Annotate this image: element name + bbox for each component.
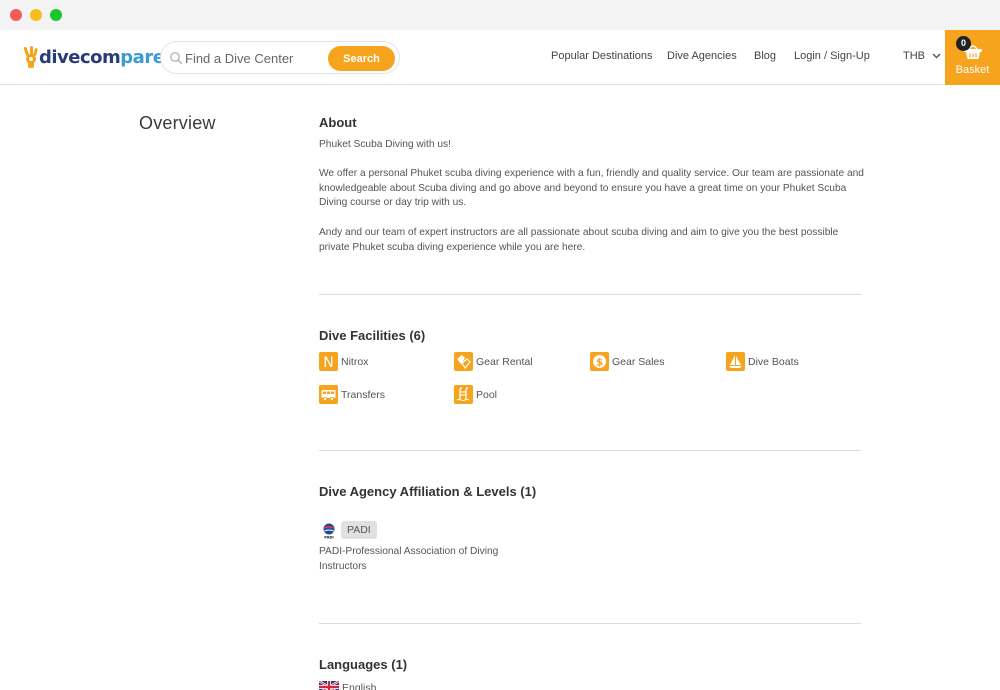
svg-text:PADI: PADI bbox=[324, 536, 333, 540]
nav-blog[interactable]: Blog bbox=[754, 50, 776, 62]
fins-icon bbox=[454, 352, 473, 371]
section-divider bbox=[319, 294, 861, 295]
nav-popular-destinations[interactable]: Popular Destinations bbox=[551, 50, 653, 62]
uk-flag-icon bbox=[319, 681, 339, 690]
basket-label: Basket bbox=[955, 64, 990, 76]
nav-dive-agencies[interactable]: Dive Agencies bbox=[667, 50, 737, 62]
section-divider bbox=[319, 450, 861, 451]
dollar-icon: $ bbox=[590, 352, 609, 371]
search-bar: Search bbox=[160, 41, 400, 74]
facility-label: Transfers bbox=[341, 388, 385, 401]
nitrox-icon: N bbox=[319, 352, 338, 371]
pool-ladder-icon bbox=[454, 385, 473, 404]
sailboat-icon bbox=[726, 352, 745, 371]
agency-badge-padi[interactable]: PADI bbox=[341, 521, 377, 539]
facility-item-dive-boats: Dive Boats bbox=[726, 352, 799, 371]
site-header: divecompare Search Popular Destinations … bbox=[0, 30, 1000, 85]
chevron-down-icon bbox=[932, 53, 941, 59]
search-button[interactable]: Search bbox=[328, 46, 395, 71]
search-icon bbox=[170, 52, 183, 65]
facility-item-nitrox: N Nitrox bbox=[319, 352, 368, 371]
window-maximize-button[interactable] bbox=[50, 9, 62, 21]
facility-item-gear-rental: Gear Rental bbox=[454, 352, 533, 371]
facility-item-gear-sales: $ Gear Sales bbox=[590, 352, 665, 371]
agency-description: PADI-Professional Association of Diving … bbox=[319, 546, 499, 572]
window-titlebar bbox=[0, 0, 1000, 30]
logo-part-com: com bbox=[80, 46, 121, 68]
facility-label: Dive Boats bbox=[748, 355, 799, 368]
about-paragraph-1: Phuket Scuba Diving with us! bbox=[319, 139, 451, 150]
logo-wordmark: divecompare bbox=[39, 46, 165, 68]
basket-button[interactable]: 0 Basket bbox=[945, 30, 1000, 85]
about-heading: About bbox=[319, 115, 357, 130]
svg-text:N: N bbox=[323, 355, 333, 369]
logo-link[interactable]: divecompare bbox=[22, 43, 165, 71]
basket-count-badge: 0 bbox=[956, 36, 971, 51]
facility-label: Gear Rental bbox=[476, 355, 533, 368]
facility-label: Gear Sales bbox=[612, 355, 665, 368]
agency-heading: Dive Agency Affiliation & Levels (1) bbox=[319, 484, 537, 499]
ok-hand-logo-icon bbox=[23, 46, 38, 68]
logo-part-dive: dive bbox=[39, 46, 81, 68]
nav-login-signup[interactable]: Login / Sign-Up bbox=[794, 50, 870, 62]
padi-logo-icon: PADI bbox=[323, 523, 335, 540]
section-divider bbox=[319, 623, 861, 624]
logo-part-pare: pare bbox=[120, 46, 165, 68]
window-close-button[interactable] bbox=[10, 9, 22, 21]
language-label-english: English bbox=[342, 682, 377, 690]
facility-item-transfers: Transfers bbox=[319, 385, 385, 404]
window-minimize-button[interactable] bbox=[30, 9, 42, 21]
svg-text:$: $ bbox=[596, 358, 603, 369]
facility-label: Pool bbox=[476, 388, 498, 401]
currency-selector[interactable]: THB bbox=[903, 50, 941, 62]
bus-icon bbox=[319, 385, 338, 404]
facilities-heading: Dive Facilities (6) bbox=[319, 328, 426, 343]
languages-heading: Languages (1) bbox=[319, 657, 408, 672]
about-paragraph-3: Andy and our team of expert instructors … bbox=[319, 227, 839, 253]
facility-label: Nitrox bbox=[341, 355, 369, 368]
facility-item-pool: Pool bbox=[454, 385, 497, 404]
overview-title: Overview bbox=[139, 113, 216, 133]
about-paragraph-2: We offer a personal Phuket scuba diving … bbox=[319, 168, 864, 208]
search-input[interactable] bbox=[185, 48, 325, 68]
currency-label: THB bbox=[903, 50, 925, 62]
